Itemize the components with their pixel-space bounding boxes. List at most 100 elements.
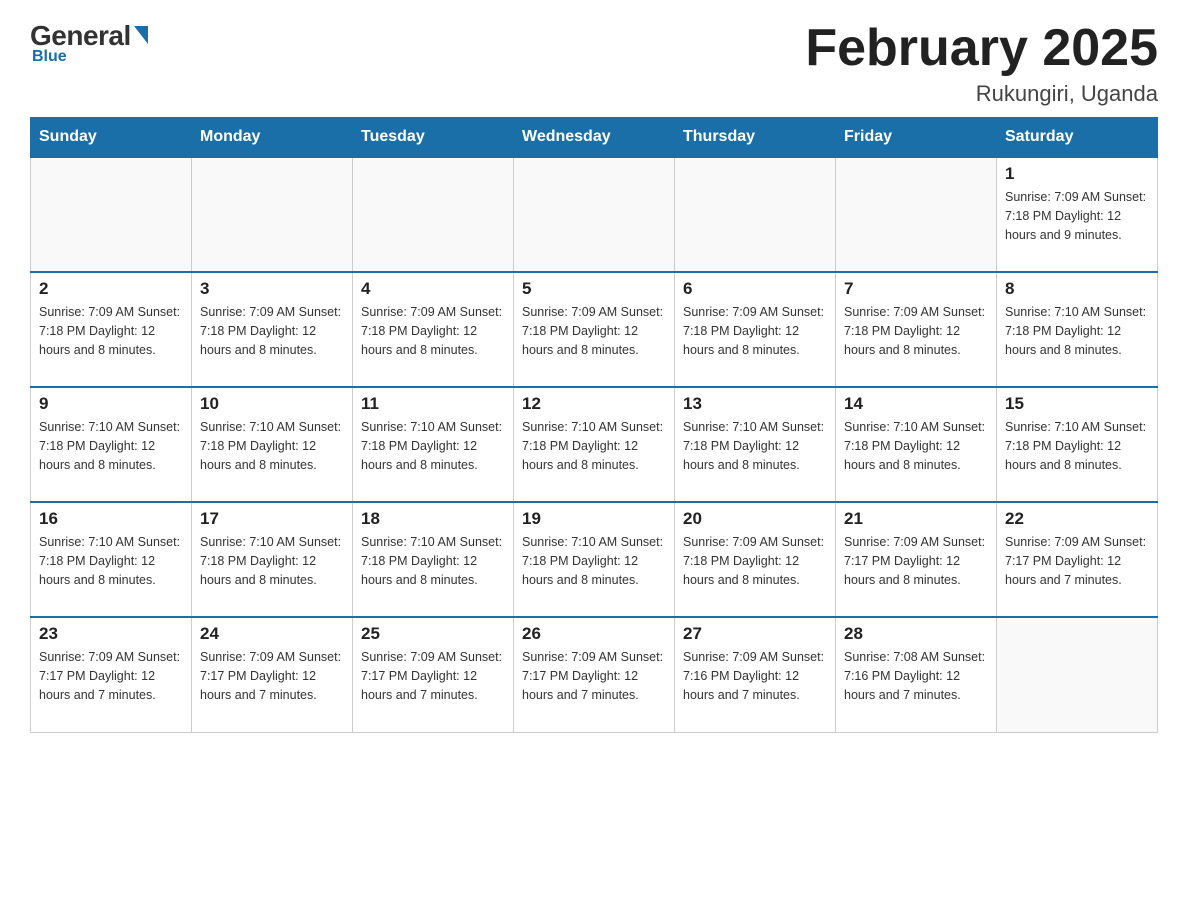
week-row-4: 16Sunrise: 7:10 AM Sunset: 7:18 PM Dayli… — [31, 502, 1158, 617]
day-info: Sunrise: 7:10 AM Sunset: 7:18 PM Dayligh… — [522, 533, 666, 589]
calendar-cell: 20 Sunrise: 7:09 AM Sunset: 7:18 PM Dayli… — [675, 502, 836, 617]
day-info: Sunrise: 7:10 AM Sunset: 7:18 PM Dayligh… — [844, 418, 988, 474]
day-number: 15 — [1005, 394, 1149, 414]
calendar-cell — [675, 157, 836, 272]
day-info: Sunrise: 7:09 AM Sunset: 7:17 PM Dayligh… — [844, 533, 988, 589]
day-number: 17 — [200, 509, 344, 529]
day-info: Sunrise: 7:10 AM Sunset: 7:18 PM Dayligh… — [39, 533, 183, 589]
day-number: 23 — [39, 624, 183, 644]
day-header-tuesday: Tuesday — [353, 118, 514, 158]
day-header-saturday: Saturday — [997, 118, 1158, 158]
day-number: 3 — [200, 279, 344, 299]
calendar-cell: 24 Sunrise: 7:09 AM Sunset: 7:17 PM Dayli… — [192, 617, 353, 732]
day-info: Sunrise: 7:09 AM Sunset: 7:17 PM Dayligh… — [522, 648, 666, 704]
day-info: Sunrise: 7:10 AM Sunset: 7:18 PM Dayligh… — [683, 418, 827, 474]
day-info: Sunrise: 7:10 AM Sunset: 7:18 PM Dayligh… — [522, 418, 666, 474]
day-info: Sunrise: 7:09 AM Sunset: 7:18 PM Dayligh… — [39, 303, 183, 359]
calendar-cell: 2 Sunrise: 7:09 AM Sunset: 7:18 PM Daylig… — [31, 272, 192, 387]
day-number: 22 — [1005, 509, 1149, 529]
day-info: Sunrise: 7:09 AM Sunset: 7:18 PM Dayligh… — [844, 303, 988, 359]
title-area: February 2025 Rukungiri, Uganda — [805, 20, 1158, 107]
day-number: 1 — [1005, 164, 1149, 184]
week-row-2: 2 Sunrise: 7:09 AM Sunset: 7:18 PM Daylig… — [31, 272, 1158, 387]
day-info: Sunrise: 7:10 AM Sunset: 7:18 PM Dayligh… — [200, 418, 344, 474]
day-number: 21 — [844, 509, 988, 529]
day-info: Sunrise: 7:10 AM Sunset: 7:18 PM Dayligh… — [1005, 303, 1149, 359]
calendar-cell — [353, 157, 514, 272]
day-number: 11 — [361, 394, 505, 414]
calendar-header-row: SundayMondayTuesdayWednesdayThursdayFrid… — [31, 118, 1158, 158]
calendar-cell: 22 Sunrise: 7:09 AM Sunset: 7:17 PM Dayli… — [997, 502, 1158, 617]
day-info: Sunrise: 7:10 AM Sunset: 7:18 PM Dayligh… — [39, 418, 183, 474]
calendar-cell: 6Sunrise: 7:09 AM Sunset: 7:18 PM Daylig… — [675, 272, 836, 387]
calendar-cell: 10 Sunrise: 7:10 AM Sunset: 7:18 PM Dayli… — [192, 387, 353, 502]
calendar-table: SundayMondayTuesdayWednesdayThursdayFrid… — [30, 117, 1158, 733]
day-info: Sunrise: 7:10 AM Sunset: 7:18 PM Dayligh… — [361, 418, 505, 474]
calendar-cell: 26 Sunrise: 7:09 AM Sunset: 7:17 PM Dayli… — [514, 617, 675, 732]
calendar-cell — [514, 157, 675, 272]
day-number: 10 — [200, 394, 344, 414]
day-number: 20 — [683, 509, 827, 529]
day-number: 26 — [522, 624, 666, 644]
day-number: 9 — [39, 394, 183, 414]
day-info: Sunrise: 7:10 AM Sunset: 7:18 PM Dayligh… — [361, 533, 505, 589]
calendar-cell: 5 Sunrise: 7:09 AM Sunset: 7:18 PM Daylig… — [514, 272, 675, 387]
day-number: 27 — [683, 624, 827, 644]
calendar-cell: 27 Sunrise: 7:09 AM Sunset: 7:16 PM Dayli… — [675, 617, 836, 732]
day-header-wednesday: Wednesday — [514, 118, 675, 158]
day-number: 8 — [1005, 279, 1149, 299]
calendar-cell: 11 Sunrise: 7:10 AM Sunset: 7:18 PM Dayli… — [353, 387, 514, 502]
week-row-5: 23 Sunrise: 7:09 AM Sunset: 7:17 PM Dayli… — [31, 617, 1158, 732]
day-number: 25 — [361, 624, 505, 644]
logo-triangle-icon — [134, 26, 148, 44]
calendar-cell: 14 Sunrise: 7:10 AM Sunset: 7:18 PM Dayli… — [836, 387, 997, 502]
day-info: Sunrise: 7:10 AM Sunset: 7:18 PM Dayligh… — [200, 533, 344, 589]
calendar-cell: 8 Sunrise: 7:10 AM Sunset: 7:18 PM Daylig… — [997, 272, 1158, 387]
day-number: 2 — [39, 279, 183, 299]
day-info: Sunrise: 7:10 AM Sunset: 7:18 PM Dayligh… — [1005, 418, 1149, 474]
day-info: Sunrise: 7:09 AM Sunset: 7:17 PM Dayligh… — [200, 648, 344, 704]
day-info: Sunrise: 7:09 AM Sunset: 7:17 PM Dayligh… — [361, 648, 505, 704]
day-info: Sunrise: 7:09 AM Sunset: 7:18 PM Dayligh… — [361, 303, 505, 359]
calendar-cell — [836, 157, 997, 272]
day-info: Sunrise: 7:09 AM Sunset: 7:18 PM Dayligh… — [1005, 188, 1149, 244]
day-number: 24 — [200, 624, 344, 644]
day-info: Sunrise: 7:08 AM Sunset: 7:16 PM Dayligh… — [844, 648, 988, 704]
calendar-cell: 16Sunrise: 7:10 AM Sunset: 7:18 PM Dayli… — [31, 502, 192, 617]
day-header-friday: Friday — [836, 118, 997, 158]
day-info: Sunrise: 7:09 AM Sunset: 7:18 PM Dayligh… — [200, 303, 344, 359]
day-number: 6 — [683, 279, 827, 299]
calendar-cell: 4Sunrise: 7:09 AM Sunset: 7:18 PM Daylig… — [353, 272, 514, 387]
day-number: 14 — [844, 394, 988, 414]
calendar-cell: 7Sunrise: 7:09 AM Sunset: 7:18 PM Daylig… — [836, 272, 997, 387]
calendar-cell: 19 Sunrise: 7:10 AM Sunset: 7:18 PM Dayli… — [514, 502, 675, 617]
day-info: Sunrise: 7:09 AM Sunset: 7:17 PM Dayligh… — [1005, 533, 1149, 589]
location-label: Rukungiri, Uganda — [805, 81, 1158, 107]
day-info: Sunrise: 7:09 AM Sunset: 7:16 PM Dayligh… — [683, 648, 827, 704]
day-number: 28 — [844, 624, 988, 644]
calendar-cell: 9 Sunrise: 7:10 AM Sunset: 7:18 PM Daylig… — [31, 387, 192, 502]
calendar-cell: 1 Sunrise: 7:09 AM Sunset: 7:18 PM Daylig… — [997, 157, 1158, 272]
calendar-cell: 23 Sunrise: 7:09 AM Sunset: 7:17 PM Dayli… — [31, 617, 192, 732]
day-number: 12 — [522, 394, 666, 414]
logo: General Blue — [30, 20, 148, 66]
calendar-cell: 18Sunrise: 7:10 AM Sunset: 7:18 PM Dayli… — [353, 502, 514, 617]
day-info: Sunrise: 7:09 AM Sunset: 7:17 PM Dayligh… — [39, 648, 183, 704]
logo-blue-text: Blue — [32, 48, 67, 66]
calendar-cell: 25 Sunrise: 7:09 AM Sunset: 7:17 PM Dayli… — [353, 617, 514, 732]
calendar-cell: 15 Sunrise: 7:10 AM Sunset: 7:18 PM Dayli… — [997, 387, 1158, 502]
day-number: 19 — [522, 509, 666, 529]
calendar-cell: 3 Sunrise: 7:09 AM Sunset: 7:18 PM Daylig… — [192, 272, 353, 387]
day-number: 13 — [683, 394, 827, 414]
calendar-cell: 13 Sunrise: 7:10 AM Sunset: 7:18 PM Dayli… — [675, 387, 836, 502]
month-title: February 2025 — [805, 20, 1158, 77]
day-info: Sunrise: 7:09 AM Sunset: 7:18 PM Dayligh… — [522, 303, 666, 359]
day-number: 5 — [522, 279, 666, 299]
calendar-cell: 17 Sunrise: 7:10 AM Sunset: 7:18 PM Dayli… — [192, 502, 353, 617]
calendar-cell — [192, 157, 353, 272]
day-header-thursday: Thursday — [675, 118, 836, 158]
calendar-cell: 12 Sunrise: 7:10 AM Sunset: 7:18 PM Dayli… — [514, 387, 675, 502]
week-row-1: 1 Sunrise: 7:09 AM Sunset: 7:18 PM Daylig… — [31, 157, 1158, 272]
day-info: Sunrise: 7:09 AM Sunset: 7:18 PM Dayligh… — [683, 533, 827, 589]
calendar-cell: 21 Sunrise: 7:09 AM Sunset: 7:17 PM Dayli… — [836, 502, 997, 617]
